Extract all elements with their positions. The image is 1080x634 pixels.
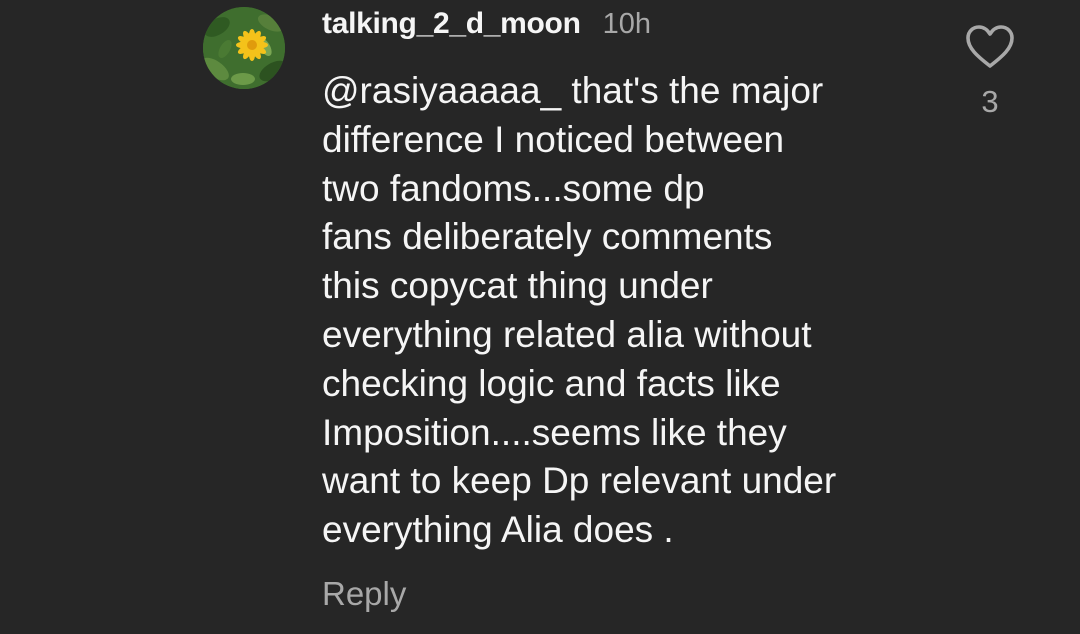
like-count: 3	[981, 84, 999, 119]
comment-text: @rasiyaaaaa_ that's the major difference…	[322, 67, 942, 555]
avatar[interactable]	[203, 7, 285, 89]
like-section: 3	[958, 24, 1022, 120]
timestamp: 10h	[602, 8, 651, 40]
comment-item: talking_2_d_moon 10h @rasiyaaaaa_ that's…	[0, 0, 1080, 634]
comment-line-text: that's the major	[561, 70, 824, 111]
mention-link[interactable]: @rasiyaaaaa_	[322, 70, 561, 111]
comment-line: checking logic and facts like	[322, 362, 781, 404]
comment-line: two fandoms...some dp	[322, 167, 705, 209]
comment-line: want to keep Dp relevant under	[322, 460, 837, 502]
avatar-flower-image	[203, 7, 285, 89]
reply-button[interactable]: Reply	[322, 575, 406, 613]
comment-line: everything Alia does .	[322, 509, 674, 551]
comment-line: fans deliberately comments	[322, 216, 773, 258]
heart-outline-icon[interactable]	[965, 24, 1015, 70]
comment-header: talking_2_d_moon 10h	[322, 7, 651, 47]
comment-line: Imposition....seems like they	[322, 411, 787, 453]
comment-line: this copycat thing under	[322, 265, 713, 307]
comment-line: @rasiyaaaaa_ that's the major	[322, 67, 942, 116]
comment-line: everything related alia without	[322, 313, 812, 355]
comment-line: difference I noticed between	[322, 118, 785, 160]
username[interactable]: talking_2_d_moon	[322, 7, 581, 41]
